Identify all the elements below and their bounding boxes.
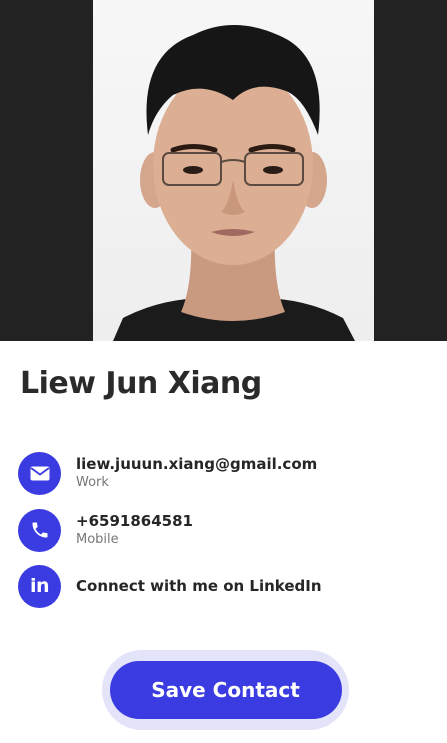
phone-icon <box>18 508 61 552</box>
phone-value: +6591864581 <box>76 512 193 530</box>
save-contact-button[interactable]: Save Contact <box>109 661 342 719</box>
email-value: liew.juuun.xiang@gmail.com <box>76 455 318 473</box>
linkedin-row[interactable]: in Connect with me on LinkedIn <box>18 564 428 608</box>
portrait-illustration <box>113 25 355 341</box>
phone-label: Mobile <box>76 532 119 547</box>
save-contact-button-halo: Save Contact <box>102 650 349 730</box>
profile-photo-banner <box>0 0 447 341</box>
email-row[interactable]: liew.juuun.xiang@gmail.com Work <box>18 451 428 495</box>
linkedin-icon: in <box>18 564 61 608</box>
phone-row[interactable]: +6591864581 Mobile <box>18 508 428 552</box>
contact-name: Liew Jun Xiang <box>20 366 262 401</box>
profile-photo <box>93 0 374 341</box>
envelope-icon <box>18 451 61 495</box>
linkedin-link-text: Connect with me on LinkedIn <box>76 577 322 595</box>
email-label: Work <box>76 475 109 490</box>
